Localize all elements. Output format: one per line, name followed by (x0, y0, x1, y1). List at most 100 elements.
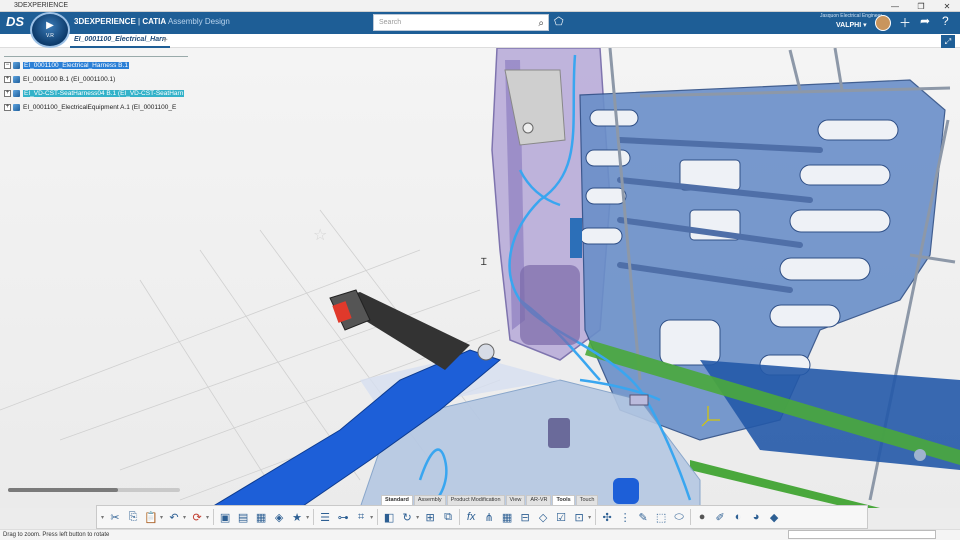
chevron-down-icon[interactable]: ▾ (370, 514, 373, 521)
render-icon[interactable]: ◐ (730, 509, 746, 525)
design-table-icon[interactable]: ⊟ (517, 509, 533, 525)
appearance-icon[interactable]: ◆ (766, 509, 782, 525)
window-titlebar: 3DEXPERIENCE — ❐ ✕ (0, 0, 960, 12)
command-input[interactable] (788, 530, 936, 539)
tree-node-child[interactable]: + EI_VD-CST-SeatHarness04 B.1 (EI_VD-CST… (4, 86, 188, 100)
chevron-down-icon[interactable]: ▾ (306, 514, 309, 521)
clean-icon[interactable]: ⬚ (653, 509, 669, 525)
3d-viewport[interactable]: ☆ (0, 48, 960, 508)
material-icon[interactable]: ◕ (748, 509, 764, 525)
seat-track-end (613, 478, 639, 504)
tab-electrical-harness[interactable]: EI_0001100_Electrical_Harn (70, 34, 171, 48)
tree-node-child[interactable]: + EI_0001100_ElectricalEquipment A.1 (EI… (4, 100, 188, 114)
product-node-icon (13, 61, 20, 69)
action-bar: ▾ ✂ ⎘ 📋 ▾ ↶ ▾ ⟳ ▾ ▣ ▤ ▦ ◈ ★ ▾ ☰ ⊶ ⌗ ▾ ◧ … (96, 505, 868, 529)
close-button[interactable]: ✕ (934, 0, 960, 12)
user-role: Jasquon Electrical Engineer (820, 13, 882, 19)
section-tab-standard[interactable]: Standard (381, 495, 413, 505)
section-tab-view[interactable]: View (505, 495, 526, 505)
formula-icon[interactable]: fx (463, 509, 479, 525)
connector-b[interactable] (629, 394, 649, 406)
fullscreen-icon[interactable]: ⤢ (941, 35, 955, 48)
chevron-down-icon[interactable]: ▾ (160, 514, 163, 521)
help-icon[interactable]: ? (942, 14, 949, 28)
tree-node-label[interactable]: EI_0001100_Electrical_Harness B.1 (23, 61, 129, 69)
cube-icon[interactable]: ◧ (381, 509, 397, 525)
add-tab-button[interactable]: + (162, 35, 168, 46)
tree-icon[interactable]: ⊶ (335, 509, 351, 525)
chevron-down-icon[interactable]: ▾ (101, 514, 104, 521)
tree-expand-icon[interactable]: + (4, 75, 11, 83)
section-tab-assembly[interactable]: Assembly (413, 495, 446, 505)
section-tab-touch[interactable]: Touch (575, 495, 599, 505)
tree-collapse-icon[interactable]: − (4, 61, 11, 69)
app-brand: 3DEXPERIENCE | CATIA Assembly Design (74, 17, 230, 26)
user-menu[interactable]: VALPHI ▾ (836, 21, 867, 29)
tree-expand-icon[interactable]: + (4, 103, 11, 111)
section-tab-tools[interactable]: Tools (552, 495, 575, 505)
check-icon[interactable]: ☑ (553, 509, 569, 525)
pivot-bolt (477, 343, 495, 361)
copy-icon[interactable]: ⎘ (125, 509, 141, 525)
pen-icon[interactable]: ● (694, 509, 710, 525)
tree-node-label[interactable]: EI_0001100 B.1 (EI_0001100.1) (23, 76, 115, 83)
knowledge-icon[interactable]: ⊞ (422, 509, 438, 525)
measure-icon[interactable]: ⌗ (353, 509, 369, 525)
tag-icon[interactable]: ⬠ (554, 15, 564, 28)
recliner-bracket[interactable] (520, 265, 580, 345)
compass-icon[interactable]: ✣ (599, 509, 615, 525)
tree-node-child[interactable]: + EI_0001100 B.1 (EI_0001100.1) (4, 72, 188, 86)
brush-icon[interactable]: ✎ (635, 509, 651, 525)
tree-node-root[interactable]: − EI_0001100_Electrical_Harness B.1 (4, 58, 188, 72)
specification-tree[interactable]: − EI_0001100_Electrical_Harness B.1 + EI… (4, 58, 188, 114)
catalog-icon[interactable]: ⧉ (440, 509, 456, 525)
chevron-down-icon[interactable]: ▾ (416, 514, 419, 521)
tree-expand-icon[interactable]: + (4, 89, 11, 97)
tree-horizontal-scrollbar[interactable] (8, 488, 180, 492)
3d-scene[interactable]: ☆ (0, 48, 960, 508)
grid-icon[interactable]: ▦ (499, 509, 515, 525)
brand-catia: CATIA (142, 17, 167, 26)
favorite-icon[interactable]: ★ (289, 509, 305, 525)
edit-icon[interactable]: ⋮ (617, 509, 633, 525)
avatar[interactable] (875, 15, 891, 31)
sensor-module[interactable] (548, 418, 570, 448)
search-input[interactable]: Search ⌕ (373, 14, 549, 31)
cut-icon[interactable]: ✂ (107, 509, 123, 525)
sphere-icon[interactable]: ⬭ (671, 509, 687, 525)
chevron-down-icon[interactable]: ▾ (206, 514, 209, 521)
restore-button[interactable]: ❐ (908, 0, 934, 12)
ds-logo-icon[interactable]: DS (6, 14, 24, 29)
scrollbar-thumb[interactable] (8, 488, 118, 492)
compass-button[interactable]: ▶ V.R (30, 12, 70, 48)
minimize-button[interactable]: — (882, 0, 908, 12)
save-icon[interactable]: ▦ (253, 509, 269, 525)
table-icon[interactable]: ☰ (317, 509, 333, 525)
product-icon[interactable]: ◈ (271, 509, 287, 525)
parameters-icon[interactable]: ⋔ (481, 509, 497, 525)
capture-icon[interactable]: ▣ (217, 509, 233, 525)
harness-node-icon (13, 89, 20, 97)
snapshot-icon[interactable]: ▤ (235, 509, 251, 525)
search-placeholder: Search (379, 19, 402, 26)
section-tab-product-modification[interactable]: Product Modification (446, 495, 505, 505)
share-icon[interactable]: ➦ (920, 14, 930, 28)
green-cable-lower (690, 460, 880, 508)
eraser-icon[interactable]: ✐ (712, 509, 728, 525)
chevron-down-icon[interactable]: ▾ (588, 514, 591, 521)
tree-node-label[interactable]: EI_VD-CST-SeatHarness04 B.1 (EI_VD-CST-S… (23, 89, 185, 97)
update-icon[interactable]: ⟳ (189, 509, 205, 525)
plus-icon[interactable]: ＋ (899, 14, 911, 31)
rule-icon[interactable]: ◇ (535, 509, 551, 525)
section-tab-ar-vr[interactable]: AR-VR (526, 495, 552, 505)
search-icon[interactable]: ⌕ (538, 16, 544, 31)
macro-icon[interactable]: ⊡ (571, 509, 587, 525)
undo-icon[interactable]: ↶ (166, 509, 182, 525)
refresh-icon[interactable]: ↻ (399, 509, 415, 525)
chevron-down-icon[interactable]: ▾ (183, 514, 186, 521)
paste-icon[interactable]: 📋 (143, 509, 159, 525)
recliner-bolt (522, 122, 534, 134)
connector-c[interactable] (914, 449, 926, 461)
connector-a[interactable] (570, 218, 582, 258)
tree-node-label[interactable]: EI_0001100_ElectricalEquipment A.1 (EI_0… (23, 104, 176, 111)
